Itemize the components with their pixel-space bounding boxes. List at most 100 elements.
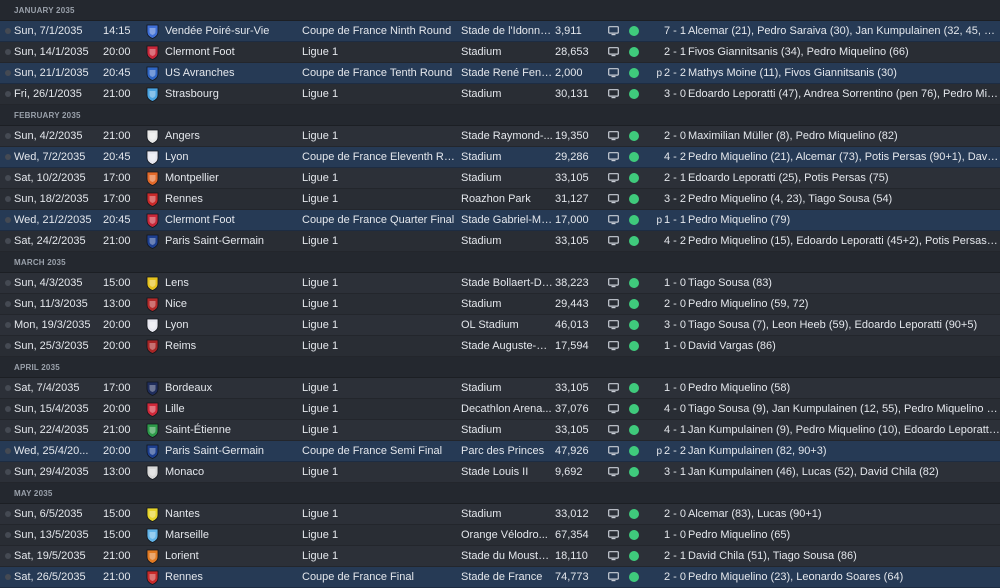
opponent-link[interactable]: Vendée Poiré-sur-Vie	[165, 21, 297, 42]
opponent-link[interactable]: Montpellier	[165, 168, 297, 189]
competition-link[interactable]: Ligue 1	[302, 126, 456, 147]
competition-link[interactable]: Ligue 1	[302, 231, 456, 252]
tv-broadcast-icon	[608, 231, 622, 252]
competition-link[interactable]: Ligue 1	[302, 168, 456, 189]
fixture-row[interactable]: Sun, 25/3/2035 20:00 Reims Ligue 1 Stade Aug…	[0, 336, 1000, 357]
fixture-time: 15:00	[103, 529, 131, 541]
match-score[interactable]: 4 - 1	[664, 420, 686, 441]
competition-link[interactable]: Ligue 1	[302, 546, 456, 567]
fixture-row[interactable]: Sun, 11/3/2035 13:00 Nice Ligue 1 Stadium 29,…	[0, 294, 1000, 315]
goal-scorers: Jan Kumpulainen (9), Pedro Miquelino (10…	[688, 424, 1000, 436]
match-score[interactable]: 4 - 2	[664, 231, 686, 252]
fixture-time: 17:00	[103, 172, 131, 184]
opponent-link[interactable]: Clermont Foot	[165, 42, 297, 63]
match-score[interactable]: 1 - 0	[664, 525, 686, 546]
match-score[interactable]: 2 - 0	[664, 504, 686, 525]
match-score[interactable]: 2 - 0	[664, 126, 686, 147]
opponent-link[interactable]: Nantes	[165, 504, 297, 525]
match-score[interactable]: 4 - 2	[664, 147, 686, 168]
opponent-link[interactable]: Rennes	[165, 567, 297, 588]
match-score[interactable]: 1 - 0	[664, 273, 686, 294]
opponent-link[interactable]: Paris Saint-Germain	[165, 441, 297, 462]
match-score[interactable]: 2 - 2	[664, 63, 686, 84]
competition-link[interactable]: Ligue 1	[302, 504, 456, 525]
fixture-row[interactable]: Sun, 21/1/2035 20:45 US Avranches Coupe de …	[0, 63, 1000, 84]
opponent-link[interactable]: Monaco	[165, 462, 297, 483]
fixture-row[interactable]: Sat, 24/2/2035 21:00 Paris Saint-Germain Li…	[0, 231, 1000, 252]
competition-link[interactable]: Ligue 1	[302, 84, 456, 105]
tv-broadcast-icon	[608, 210, 622, 231]
competition-link[interactable]: Ligue 1	[302, 189, 456, 210]
match-score[interactable]: 2 - 0	[664, 567, 686, 588]
match-score[interactable]: 1 - 0	[664, 336, 686, 357]
match-score[interactable]: 2 - 1	[664, 168, 686, 189]
fixture-row[interactable]: Sun, 4/2/2035 21:00 Angers Ligue 1 Stade Ray…	[0, 126, 1000, 147]
match-score[interactable]: 3 - 0	[664, 315, 686, 336]
match-score[interactable]: 1 - 0	[664, 378, 686, 399]
opponent-link[interactable]: Lille	[165, 399, 297, 420]
penalties-marker	[650, 399, 662, 420]
opponent-link[interactable]: Lyon	[165, 315, 297, 336]
competition-link[interactable]: Ligue 1	[302, 378, 456, 399]
result-dot-icon	[628, 21, 642, 42]
opponent-link[interactable]: Reims	[165, 336, 297, 357]
opponent-link[interactable]: Paris Saint-Germain	[165, 231, 297, 252]
competition-link[interactable]: Coupe de France Tenth Round	[302, 63, 456, 84]
fixture-row[interactable]: Sun, 18/2/2035 17:00 Rennes Ligue 1 Roazhon …	[0, 189, 1000, 210]
fixture-row[interactable]: Sun, 7/1/2035 14:15 Vendée Poiré-sur-Vie Co…	[0, 21, 1000, 42]
fixture-row[interactable]: Sun, 4/3/2035 15:00 Lens Ligue 1 Stade Bolla…	[0, 273, 1000, 294]
fixture-row[interactable]: Sat, 19/5/2035 21:00 Lorient Ligue 1 Stade d…	[0, 546, 1000, 567]
fixture-row[interactable]: Sun, 29/4/2035 13:00 Monaco Ligue 1 Stade Lo…	[0, 462, 1000, 483]
competition-link[interactable]: Coupe de France Ninth Round	[302, 21, 456, 42]
fixture-row[interactable]: Sun, 22/4/2035 21:00 Saint-Étienne Ligue 1 S…	[0, 420, 1000, 441]
fixture-row[interactable]: Mon, 19/3/2035 20:00 Lyon Ligue 1 OL Stadium…	[0, 315, 1000, 336]
competition-link[interactable]: Coupe de France Final	[302, 567, 456, 588]
match-score[interactable]: 2 - 2	[664, 441, 686, 462]
match-score[interactable]: 1 - 1	[664, 210, 686, 231]
competition-link[interactable]: Ligue 1	[302, 315, 456, 336]
opponent-link[interactable]: Lorient	[165, 546, 297, 567]
fixture-row[interactable]: Sun, 6/5/2035 15:00 Nantes Ligue 1 Stadium 33…	[0, 504, 1000, 525]
opponent-link[interactable]: Rennes	[165, 189, 297, 210]
competition-link[interactable]: Coupe de France Eleventh Rou...	[302, 147, 456, 168]
match-score[interactable]: 3 - 2	[664, 189, 686, 210]
fixture-row[interactable]: Sun, 15/4/2035 20:00 Lille Ligue 1 Decathlon…	[0, 399, 1000, 420]
opponent-link[interactable]: Clermont Foot	[165, 210, 297, 231]
fixture-row[interactable]: Wed, 7/2/2035 20:45 Lyon Coupe de France El…	[0, 147, 1000, 168]
opponent-link[interactable]: US Avranches	[165, 63, 297, 84]
match-score[interactable]: 4 - 0	[664, 399, 686, 420]
match-score[interactable]: 3 - 1	[664, 462, 686, 483]
competition-link[interactable]: Ligue 1	[302, 399, 456, 420]
fixture-row[interactable]: Wed, 21/2/2035 20:45 Clermont Foot Coupe de…	[0, 210, 1000, 231]
competition-link[interactable]: Ligue 1	[302, 273, 456, 294]
fixture-row[interactable]: Wed, 25/4/20... 20:00 Paris Saint-Germain C…	[0, 441, 1000, 462]
fixture-row[interactable]: Sat, 26/5/2035 21:00 Rennes Coupe de France…	[0, 567, 1000, 588]
opponent-link[interactable]: Saint-Étienne	[165, 420, 297, 441]
fixture-row[interactable]: Sat, 7/4/2035 17:00 Bordeaux Ligue 1 Stadium…	[0, 378, 1000, 399]
competition-link[interactable]: Ligue 1	[302, 420, 456, 441]
opponent-link[interactable]: Lens	[165, 273, 297, 294]
competition-link[interactable]: Ligue 1	[302, 525, 456, 546]
competition-link[interactable]: Coupe de France Semi Final	[302, 441, 456, 462]
competition-link[interactable]: Coupe de France Quarter Final	[302, 210, 456, 231]
opponent-link[interactable]: Marseille	[165, 525, 297, 546]
match-score[interactable]: 2 - 0	[664, 294, 686, 315]
attendance: 38,223	[555, 277, 589, 289]
opponent-link[interactable]: Bordeaux	[165, 378, 297, 399]
opponent-link[interactable]: Strasbourg	[165, 84, 297, 105]
fixture-row[interactable]: Fri, 26/1/2035 21:00 Strasbourg Ligue 1 Stad…	[0, 84, 1000, 105]
match-score[interactable]: 3 - 0	[664, 84, 686, 105]
competition-link[interactable]: Ligue 1	[302, 462, 456, 483]
fixture-row[interactable]: Sun, 13/5/2035 15:00 Marseille Ligue 1 Orang…	[0, 525, 1000, 546]
competition-link[interactable]: Ligue 1	[302, 336, 456, 357]
opponent-link[interactable]: Lyon	[165, 147, 297, 168]
match-score[interactable]: 2 - 1	[664, 546, 686, 567]
fixture-row[interactable]: Sun, 14/1/2035 20:00 Clermont Foot Ligue 1 S…	[0, 42, 1000, 63]
fixture-row[interactable]: Sat, 10/2/2035 17:00 Montpellier Ligue 1 Sta…	[0, 168, 1000, 189]
opponent-link[interactable]: Nice	[165, 294, 297, 315]
competition-link[interactable]: Ligue 1	[302, 42, 456, 63]
competition-link[interactable]: Ligue 1	[302, 294, 456, 315]
opponent-link[interactable]: Angers	[165, 126, 297, 147]
match-score[interactable]: 2 - 1	[664, 42, 686, 63]
match-score[interactable]: 7 - 1	[664, 21, 686, 42]
